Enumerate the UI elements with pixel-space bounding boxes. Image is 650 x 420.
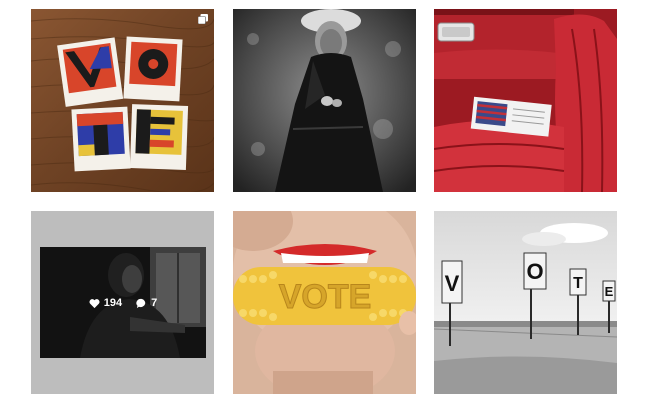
window-portrait-image: 194 7 <box>40 247 206 358</box>
sign-letter-v: V <box>445 271 460 296</box>
heart-icon <box>89 298 100 308</box>
vote-corn-image: VOTE <box>233 211 416 394</box>
sign-letter-e: E <box>605 284 614 299</box>
sign-letter-t: T <box>573 275 583 292</box>
multiple-images-icon <box>198 14 208 24</box>
speech-bubble-icon <box>136 298 146 308</box>
bw-portrait-image <box>233 9 416 192</box>
sign-letter-o: O <box>526 259 543 284</box>
post-tile-window-portrait[interactable]: 194 7 <box>31 211 214 394</box>
post-tile-vote-corn[interactable]: VOTE <box>233 211 416 394</box>
post-tile-bw-portrait[interactable] <box>233 9 416 192</box>
corn-carved-text: VOTE <box>279 278 372 316</box>
post-tile-vote-signs[interactable]: V O T E <box>434 211 617 394</box>
likes-count: 194 <box>103 297 123 309</box>
vote-polaroids-image <box>31 9 214 192</box>
post-stats: 194 7 <box>40 297 206 309</box>
post-grid: 194 7 VOTE V O T E <box>0 0 650 420</box>
post-tile-red-car-seat[interactable] <box>434 9 617 192</box>
vote-signs-image: V O T E <box>434 211 617 394</box>
comments-count: 7 <box>151 297 158 309</box>
red-car-seat-image <box>434 9 617 192</box>
comments-stat: 7 <box>136 297 157 309</box>
likes-stat: 194 <box>89 297 122 309</box>
post-tile-vote-polaroids[interactable] <box>31 9 214 192</box>
